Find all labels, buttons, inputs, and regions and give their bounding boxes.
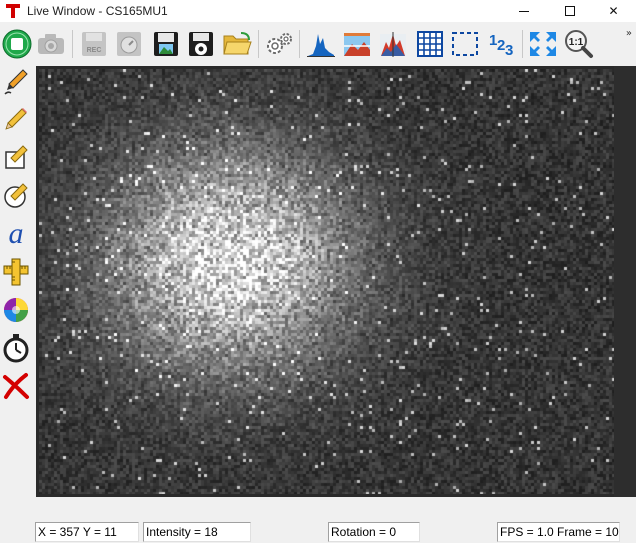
- title-bar: Live Window - CS165MU1 ✕: [0, 0, 636, 22]
- fit-arrows-icon: [530, 32, 556, 56]
- maximize-icon: [564, 6, 575, 16]
- grid-icon: [417, 31, 443, 57]
- histogram-icon: [307, 34, 335, 57]
- camera-icon: [38, 34, 64, 54]
- record-icon: REC: [82, 32, 106, 56]
- rectangle-tool[interactable]: [1, 142, 31, 174]
- toolbar: REC 1 2 3 1:1 »: [0, 25, 636, 63]
- color-profile-icon: [380, 32, 406, 57]
- grid-button[interactable]: [414, 28, 446, 60]
- stop-live-button[interactable]: [1, 28, 33, 60]
- image-viewport[interactable]: [36, 66, 636, 497]
- line-profile-icon: [344, 33, 370, 56]
- histogram-button[interactable]: [305, 28, 337, 60]
- gears-icon: [267, 33, 292, 54]
- color-tool[interactable]: [1, 294, 31, 326]
- save-gear-icon: [189, 32, 213, 56]
- maximize-button[interactable]: [547, 0, 592, 22]
- svg-text:1:1: 1:1: [569, 37, 584, 48]
- live-camera-image[interactable]: [39, 69, 614, 494]
- close-button[interactable]: ✕: [591, 0, 636, 22]
- stop-icon: [2, 29, 32, 59]
- save-image-button[interactable]: [150, 28, 182, 60]
- zoom-1-1-icon: 1:1: [565, 30, 593, 58]
- pixel-values-button[interactable]: 1 2 3: [485, 28, 517, 60]
- snapshot-button[interactable]: [35, 28, 67, 60]
- pen-tool[interactable]: [1, 66, 31, 98]
- pen-icon: [4, 69, 28, 95]
- ellipse-pencil-icon: [4, 183, 28, 208]
- ruler-icon: [3, 258, 29, 286]
- close-icon: ✕: [608, 4, 619, 18]
- status-bar: X = 357 Y = 11 Intensity = 18 Rotation =…: [0, 517, 636, 543]
- open-file-button[interactable]: [221, 28, 253, 60]
- pencil-tool[interactable]: [1, 104, 31, 136]
- viewport-margin: [614, 66, 636, 497]
- roi-dashed-icon: [452, 32, 478, 56]
- svg-text:3: 3: [505, 42, 513, 58]
- ruler-tool[interactable]: [1, 256, 31, 288]
- pencil-icon: [5, 108, 27, 130]
- svg-text:REC: REC: [87, 47, 102, 54]
- fit-to-window-button[interactable]: [527, 28, 559, 60]
- stopwatch-icon: [117, 32, 141, 56]
- rectangle-pencil-icon: [5, 145, 28, 169]
- open-folder-icon: [223, 32, 252, 55]
- app-logo-icon: [6, 4, 20, 18]
- timer-capture-button[interactable]: [113, 28, 145, 60]
- roi-button[interactable]: [449, 28, 481, 60]
- text-a-icon: a: [8, 217, 24, 250]
- intensity-field: Intensity = 18: [143, 522, 251, 542]
- color-wheel-icon: [4, 298, 28, 322]
- red-x-icon: [3, 373, 29, 399]
- text-tool[interactable]: a: [1, 218, 31, 250]
- cursor-position-field: X = 357 Y = 11: [35, 522, 139, 542]
- pixel-values-icon: 1 2 3: [489, 32, 513, 58]
- minimize-icon: [518, 10, 529, 12]
- line-profile-button[interactable]: [341, 28, 373, 60]
- toolbar-overflow-button[interactable]: »: [626, 28, 632, 39]
- save-settings-button[interactable]: [185, 28, 217, 60]
- left-toolbar: a: [0, 66, 33, 406]
- minimize-button[interactable]: [501, 0, 546, 22]
- color-profile-button[interactable]: [377, 28, 409, 60]
- delete-tool[interactable]: [1, 370, 31, 402]
- fps-frame-field: FPS = 1.0 Frame = 10: [497, 522, 620, 542]
- ellipse-tool[interactable]: [1, 180, 31, 212]
- timer-tool[interactable]: [1, 332, 31, 364]
- zoom-1-1-button[interactable]: 1:1: [563, 28, 595, 60]
- record-button[interactable]: REC: [78, 28, 110, 60]
- stopwatch-icon: [3, 334, 29, 363]
- window-title: Live Window - CS165MU1: [27, 4, 168, 18]
- rotation-field: Rotation = 0: [328, 522, 420, 542]
- save-image-icon: [154, 32, 178, 56]
- camera-settings-button[interactable]: [263, 28, 295, 60]
